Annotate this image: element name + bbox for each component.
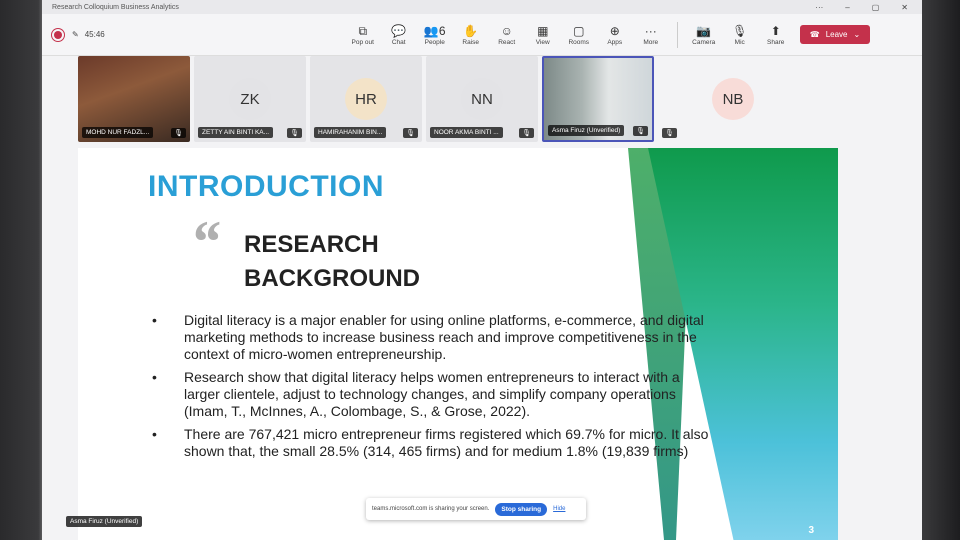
participant-name: MOHD NUR FADZL... — [82, 127, 154, 138]
chat-icon: 💬 — [391, 24, 407, 38]
pop-out-button[interactable]: ⧉ Pop out — [345, 23, 381, 46]
shield-icon: ✎ — [72, 30, 79, 39]
view-icon: ▦ — [537, 24, 549, 38]
phone-icon: ☎ — [809, 30, 820, 39]
participant-tile[interactable]: MOHD NUR FADZL... 🎙 — [78, 56, 190, 142]
bullet-list: Digital literacy is a major enabler for … — [152, 312, 712, 466]
avatar: NB — [712, 78, 754, 120]
rooms-button[interactable]: ▢ Rooms — [561, 23, 597, 46]
mic-muted-icon: 🎙 — [171, 128, 186, 138]
hide-banner-link[interactable]: Hide — [553, 506, 565, 512]
share-banner-text: teams.microsoft.com is sharing your scre… — [372, 506, 490, 512]
mic-off-icon: 🎙 — [732, 24, 748, 38]
participant-tile[interactable]: Asma Firuz (Unverified) 🎙 — [542, 56, 654, 142]
chevron-down-icon: ⌄ — [853, 30, 861, 39]
mic-button[interactable]: 🎙 Mic — [722, 23, 758, 46]
leave-button[interactable]: ☎ Leave ⌄ — [799, 25, 871, 44]
participant-tile[interactable]: NB 🎙 — [658, 56, 808, 142]
view-button[interactable]: ▦ View — [525, 23, 561, 46]
more-options-icon[interactable]: ··· — [815, 3, 823, 12]
slide-subtitle: RESEARCH BACKGROUND — [244, 231, 420, 292]
participant-name: NOOR AKMA BINTI ... — [430, 127, 503, 138]
avatar: HR — [345, 78, 387, 120]
rooms-icon: ▢ — [573, 24, 585, 38]
more-button[interactable]: ··· More — [633, 23, 669, 46]
apps-icon: ⊕ — [609, 24, 620, 38]
raise-button[interactable]: ✋ Raise — [453, 23, 489, 46]
mic-muted-icon: 🎙 — [287, 128, 302, 138]
mic-muted-icon: 🎙 — [519, 128, 534, 138]
participant-tile[interactable]: HR HAMIRAHANIM BIN... 🎙 — [310, 56, 422, 142]
avatar: NN — [461, 78, 503, 120]
participant-name: Asma Firuz (Unverified) — [548, 125, 625, 136]
meeting-toolbar: ✎ 45:46 ⧉ Pop out 💬 Chat 👥6 People ✋ Raise ☺ Reac… — [42, 14, 922, 56]
slide-page-number: 3 — [808, 525, 814, 536]
react-icon: ☺ — [500, 24, 513, 38]
participant-tile[interactable]: NN NOOR AKMA BINTI ... 🎙 — [426, 56, 538, 142]
mic-muted-icon: 🎙 — [633, 126, 648, 136]
avatar: ZK — [229, 78, 271, 120]
close-icon[interactable]: ✕ — [901, 3, 908, 12]
people-button[interactable]: 👥6 People — [417, 23, 453, 46]
mic-muted-icon: 🎙 — [403, 128, 418, 138]
participant-tile[interactable]: ZK ZETTY AIN BINTI KA... 🎙 — [194, 56, 306, 142]
presenter-label: Asma Firuz (Unverified) — [66, 516, 143, 527]
restore-icon[interactable]: ▢ — [872, 3, 880, 12]
more-icon: ··· — [644, 24, 657, 38]
participant-name: ZETTY AIN BINTI KA... — [198, 127, 274, 138]
chat-button[interactable]: 💬 Chat — [381, 23, 417, 46]
participants-strip: MOHD NUR FADZL... 🎙 ZK ZETTY AIN BINTI KA..… — [78, 56, 808, 142]
recording-indicator: ✎ 45:46 — [54, 30, 105, 39]
bullet-item: Digital literacy is a major enabler for … — [152, 312, 712, 363]
slide-title: INTRODUCTION — [148, 170, 384, 203]
toolbar-actions: ⧉ Pop out 💬 Chat 👥6 People ✋ Raise ☺ React ▦ View ▢ R… — [345, 23, 669, 46]
camera-button[interactable]: 📷 Camera — [686, 23, 722, 46]
share-icon: ⬆ — [770, 24, 781, 38]
people-icon: 👥6 — [423, 24, 446, 38]
raise-hand-icon: ✋ — [463, 24, 479, 38]
quote-mark-icon: “ — [190, 209, 220, 275]
react-button[interactable]: ☺ React — [489, 23, 525, 46]
window-title: Research Colloquium Business Analytics — [52, 3, 179, 11]
stop-sharing-button[interactable]: Stop sharing — [495, 502, 548, 516]
minimize-icon[interactable]: – — [845, 3, 849, 12]
record-icon — [54, 30, 62, 39]
meeting-timer: 45:46 — [84, 30, 105, 39]
screen-share-banner: teams.microsoft.com is sharing your scre… — [366, 498, 586, 520]
shared-slide: INTRODUCTION “ RESEARCH BACKGROUND Digit… — [78, 148, 838, 540]
title-bar: Research Colloquium Business Analytics ·… — [42, 0, 922, 14]
bullet-item: There are 767,421 micro entrepreneur fir… — [152, 426, 712, 460]
bullet-item: Research show that digital literacy help… — [152, 369, 712, 420]
participant-name: HAMIRAHANIM BIN... — [314, 127, 387, 138]
mic-muted-icon: 🎙 — [662, 128, 677, 138]
apps-button[interactable]: ⊕ Apps — [597, 23, 633, 46]
pop-out-icon: ⧉ — [358, 24, 368, 38]
share-button[interactable]: ⬆ Share — [758, 23, 794, 46]
camera-off-icon: 📷 — [696, 24, 712, 38]
